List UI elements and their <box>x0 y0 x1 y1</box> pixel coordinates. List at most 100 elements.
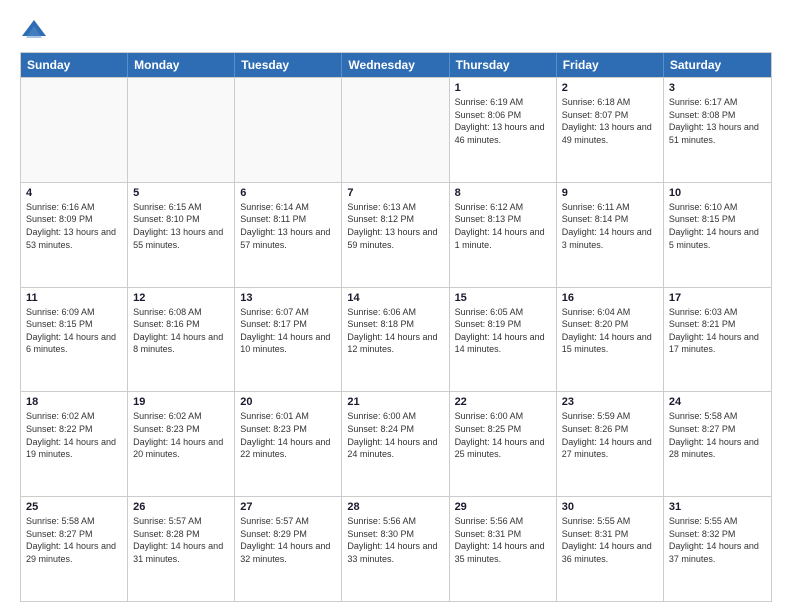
cell-info: Sunrise: 6:13 AMSunset: 8:12 PMDaylight:… <box>347 201 443 251</box>
day-number: 25 <box>26 501 122 513</box>
calendar-cell: 21 Sunrise: 6:00 AMSunset: 8:24 PMDayligh… <box>342 392 449 496</box>
day-number: 12 <box>133 292 229 304</box>
day-number: 8 <box>455 187 551 199</box>
header <box>20 16 772 44</box>
calendar-cell <box>342 78 449 182</box>
cell-info: Sunrise: 6:02 AMSunset: 8:22 PMDaylight:… <box>26 410 122 460</box>
cell-info: Sunrise: 6:12 AMSunset: 8:13 PMDaylight:… <box>455 201 551 251</box>
header-day-friday: Friday <box>557 53 664 77</box>
calendar-cell: 28 Sunrise: 5:56 AMSunset: 8:30 PMDayligh… <box>342 497 449 601</box>
day-number: 30 <box>562 501 658 513</box>
header-day-tuesday: Tuesday <box>235 53 342 77</box>
calendar-cell: 5Sunrise: 6:15 AMSunset: 8:10 PMDaylight… <box>128 183 235 287</box>
calendar-row-4: 18 Sunrise: 6:02 AMSunset: 8:22 PMDayligh… <box>21 391 771 496</box>
calendar-cell: 25 Sunrise: 5:58 AMSunset: 8:27 PMDayligh… <box>21 497 128 601</box>
day-number: 28 <box>347 501 443 513</box>
day-number: 11 <box>26 292 122 304</box>
calendar-row-5: 25 Sunrise: 5:58 AMSunset: 8:27 PMDayligh… <box>21 496 771 601</box>
calendar-cell: 26 Sunrise: 5:57 AMSunset: 8:28 PMDayligh… <box>128 497 235 601</box>
day-number: 10 <box>669 187 766 199</box>
calendar-cell: 1 Sunrise: 6:19 AMSunset: 8:06 PMDaylight… <box>450 78 557 182</box>
day-number: 4 <box>26 187 122 199</box>
day-number: 3 <box>669 82 766 94</box>
cell-info: Sunrise: 6:17 AMSunset: 8:08 PMDaylight:… <box>669 96 766 146</box>
cell-info: Sunrise: 6:15 AMSunset: 8:10 PMDaylight:… <box>133 201 229 251</box>
calendar-cell: 13 Sunrise: 6:07 AMSunset: 8:17 PMDayligh… <box>235 288 342 392</box>
day-number: 15 <box>455 292 551 304</box>
cell-info: Sunrise: 5:58 AMSunset: 8:27 PMDaylight:… <box>669 410 766 460</box>
day-number: 9 <box>562 187 658 199</box>
cell-info: Sunrise: 5:57 AMSunset: 8:29 PMDaylight:… <box>240 515 336 565</box>
cell-info: Sunrise: 6:00 AMSunset: 8:25 PMDaylight:… <box>455 410 551 460</box>
day-number: 24 <box>669 396 766 408</box>
calendar-cell: 20 Sunrise: 6:01 AMSunset: 8:23 PMDayligh… <box>235 392 342 496</box>
day-number: 16 <box>562 292 658 304</box>
cell-info: Sunrise: 5:57 AMSunset: 8:28 PMDaylight:… <box>133 515 229 565</box>
day-number: 31 <box>669 501 766 513</box>
logo-icon <box>20 16 48 44</box>
page: SundayMondayTuesdayWednesdayThursdayFrid… <box>0 0 792 612</box>
day-number: 21 <box>347 396 443 408</box>
day-number: 20 <box>240 396 336 408</box>
day-number: 13 <box>240 292 336 304</box>
calendar-cell: 22 Sunrise: 6:00 AMSunset: 8:25 PMDayligh… <box>450 392 557 496</box>
cell-info: Sunrise: 6:16 AMSunset: 8:09 PMDaylight:… <box>26 201 122 251</box>
cell-info: Sunrise: 6:14 AMSunset: 8:11 PMDaylight:… <box>240 201 336 251</box>
header-day-thursday: Thursday <box>450 53 557 77</box>
calendar-cell: 4 Sunrise: 6:16 AMSunset: 8:09 PMDaylight… <box>21 183 128 287</box>
calendar-cell: 15 Sunrise: 6:05 AMSunset: 8:19 PMDayligh… <box>450 288 557 392</box>
calendar-cell: 6Sunrise: 6:14 AMSunset: 8:11 PMDaylight… <box>235 183 342 287</box>
calendar-cell <box>235 78 342 182</box>
day-number: 18 <box>26 396 122 408</box>
cell-info: Sunrise: 6:07 AMSunset: 8:17 PMDaylight:… <box>240 306 336 356</box>
calendar-cell: 2 Sunrise: 6:18 AMSunset: 8:07 PMDaylight… <box>557 78 664 182</box>
cell-info: Sunrise: 6:19 AMSunset: 8:06 PMDaylight:… <box>455 96 551 146</box>
calendar-cell: 10 Sunrise: 6:10 AMSunset: 8:15 PMDayligh… <box>664 183 771 287</box>
calendar-cell: 14 Sunrise: 6:06 AMSunset: 8:18 PMDayligh… <box>342 288 449 392</box>
calendar-cell: 16 Sunrise: 6:04 AMSunset: 8:20 PMDayligh… <box>557 288 664 392</box>
calendar-cell: 30 Sunrise: 5:55 AMSunset: 8:31 PMDayligh… <box>557 497 664 601</box>
calendar-cell: 29Sunrise: 5:56 AMSunset: 8:31 PMDayligh… <box>450 497 557 601</box>
cell-info: Sunrise: 5:58 AMSunset: 8:27 PMDaylight:… <box>26 515 122 565</box>
cell-info: Sunrise: 6:18 AMSunset: 8:07 PMDaylight:… <box>562 96 658 146</box>
day-number: 14 <box>347 292 443 304</box>
calendar-cell: 31Sunrise: 5:55 AMSunset: 8:32 PMDayligh… <box>664 497 771 601</box>
logo <box>20 16 52 44</box>
cell-info: Sunrise: 6:02 AMSunset: 8:23 PMDaylight:… <box>133 410 229 460</box>
day-number: 27 <box>240 501 336 513</box>
calendar-body: 1 Sunrise: 6:19 AMSunset: 8:06 PMDaylight… <box>21 77 771 601</box>
cell-info: Sunrise: 6:01 AMSunset: 8:23 PMDaylight:… <box>240 410 336 460</box>
calendar-cell: 7 Sunrise: 6:13 AMSunset: 8:12 PMDaylight… <box>342 183 449 287</box>
calendar-cell: 12Sunrise: 6:08 AMSunset: 8:16 PMDayligh… <box>128 288 235 392</box>
cell-info: Sunrise: 6:11 AMSunset: 8:14 PMDaylight:… <box>562 201 658 251</box>
calendar-row-2: 4 Sunrise: 6:16 AMSunset: 8:09 PMDaylight… <box>21 182 771 287</box>
calendar-cell: 11Sunrise: 6:09 AMSunset: 8:15 PMDayligh… <box>21 288 128 392</box>
day-number: 23 <box>562 396 658 408</box>
day-number: 17 <box>669 292 766 304</box>
cell-info: Sunrise: 5:56 AMSunset: 8:31 PMDaylight:… <box>455 515 551 565</box>
header-day-saturday: Saturday <box>664 53 771 77</box>
cell-info: Sunrise: 6:00 AMSunset: 8:24 PMDaylight:… <box>347 410 443 460</box>
calendar-row-3: 11Sunrise: 6:09 AMSunset: 8:15 PMDayligh… <box>21 287 771 392</box>
day-number: 7 <box>347 187 443 199</box>
cell-info: Sunrise: 6:06 AMSunset: 8:18 PMDaylight:… <box>347 306 443 356</box>
cell-info: Sunrise: 6:03 AMSunset: 8:21 PMDaylight:… <box>669 306 766 356</box>
calendar-cell: 18 Sunrise: 6:02 AMSunset: 8:22 PMDayligh… <box>21 392 128 496</box>
cell-info: Sunrise: 6:05 AMSunset: 8:19 PMDaylight:… <box>455 306 551 356</box>
calendar-cell: 8 Sunrise: 6:12 AMSunset: 8:13 PMDaylight… <box>450 183 557 287</box>
header-day-sunday: Sunday <box>21 53 128 77</box>
day-number: 2 <box>562 82 658 94</box>
cell-info: Sunrise: 6:10 AMSunset: 8:15 PMDaylight:… <box>669 201 766 251</box>
calendar-row-1: 1 Sunrise: 6:19 AMSunset: 8:06 PMDaylight… <box>21 77 771 182</box>
calendar-cell: 19 Sunrise: 6:02 AMSunset: 8:23 PMDayligh… <box>128 392 235 496</box>
cell-info: Sunrise: 5:55 AMSunset: 8:31 PMDaylight:… <box>562 515 658 565</box>
day-number: 26 <box>133 501 229 513</box>
calendar-cell <box>128 78 235 182</box>
calendar-cell: 24 Sunrise: 5:58 AMSunset: 8:27 PMDayligh… <box>664 392 771 496</box>
cell-info: Sunrise: 5:56 AMSunset: 8:30 PMDaylight:… <box>347 515 443 565</box>
day-number: 1 <box>455 82 551 94</box>
calendar-cell: 3 Sunrise: 6:17 AMSunset: 8:08 PMDaylight… <box>664 78 771 182</box>
cell-info: Sunrise: 6:04 AMSunset: 8:20 PMDaylight:… <box>562 306 658 356</box>
day-number: 22 <box>455 396 551 408</box>
day-number: 19 <box>133 396 229 408</box>
